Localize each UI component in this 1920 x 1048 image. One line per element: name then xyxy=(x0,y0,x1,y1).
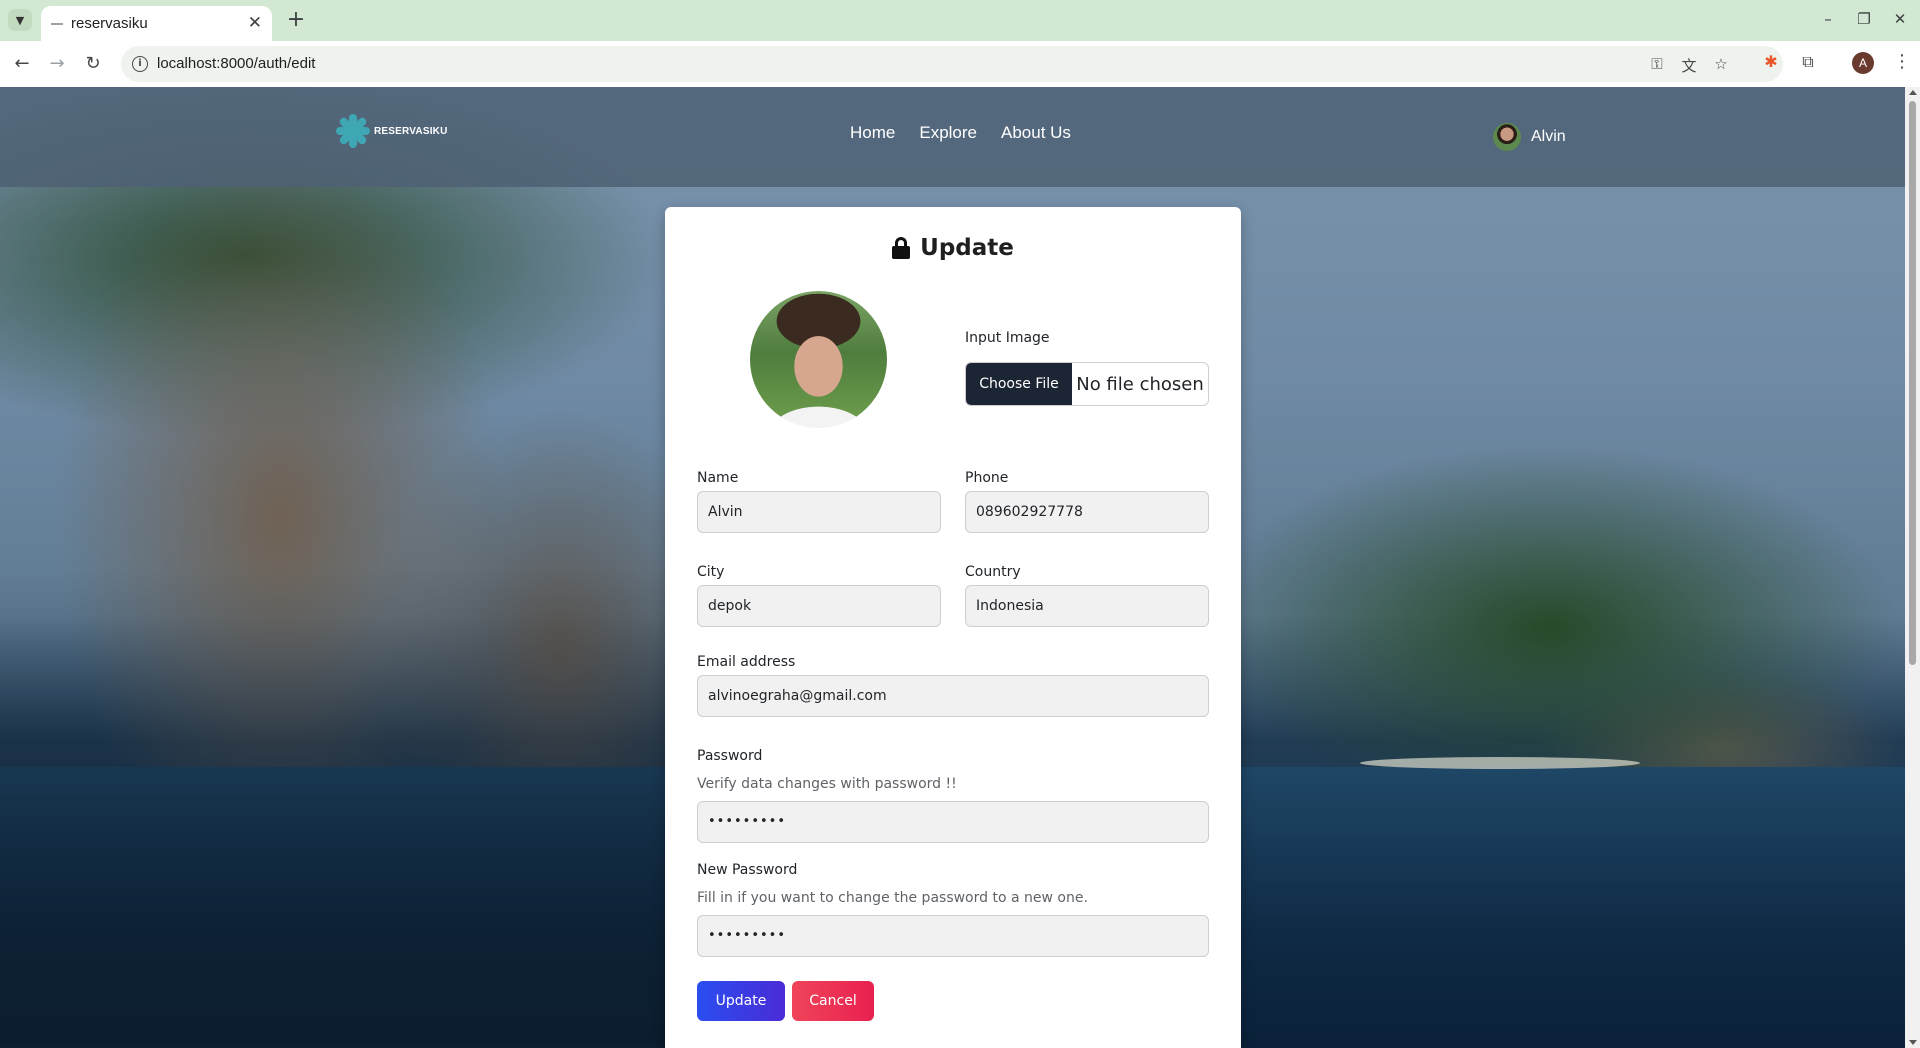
extension-fox-icon[interactable]: ✱ xyxy=(1760,52,1782,74)
tab-search-button[interactable]: ▼ xyxy=(8,9,32,31)
site-navbar: RESERVASIKU Home Explore About Us Alvin xyxy=(0,87,1905,187)
password-label: Password xyxy=(697,748,763,764)
form-title: Update xyxy=(920,235,1014,261)
update-form-card: Update Input Image Choose File No file c… xyxy=(665,207,1241,1048)
scroll-thumb[interactable] xyxy=(1909,101,1916,665)
nav-links: Home Explore About Us xyxy=(850,123,1071,143)
forward-arrow-icon[interactable]: → xyxy=(44,51,70,77)
phone-label: Phone xyxy=(965,470,1009,486)
extensions-puzzle-icon[interactable]: ⧉ xyxy=(1797,52,1819,74)
city-label: City xyxy=(697,564,725,580)
logo-star-icon xyxy=(336,114,370,148)
update-button[interactable]: Update xyxy=(697,981,785,1021)
chevron-down-icon: ▼ xyxy=(15,13,25,27)
password-help: Verify data changes with password !! xyxy=(697,776,957,792)
logo-text: RESERVASIKU xyxy=(374,125,448,137)
new-password-field[interactable]: ••••••••• xyxy=(697,915,1209,957)
bookmark-star-icon[interactable]: ☆ xyxy=(1711,55,1731,75)
url-text[interactable]: localhost:8000/auth/edit xyxy=(157,55,315,72)
password-key-icon[interactable]: ⚿ xyxy=(1647,55,1667,75)
user-name: Alvin xyxy=(1531,128,1566,145)
browser-tab[interactable]: reservasiku ✕ xyxy=(41,6,272,41)
new-tab-button[interactable]: + xyxy=(284,9,308,33)
image-file-input[interactable]: Choose File No file chosen xyxy=(965,362,1209,406)
new-password-help: Fill in if you want to change the passwo… xyxy=(697,890,1088,906)
nav-about-us[interactable]: About Us xyxy=(1001,123,1071,143)
password-field[interactable]: ••••••••• xyxy=(697,801,1209,843)
file-status: No file chosen xyxy=(1076,373,1204,395)
site-logo[interactable]: RESERVASIKU xyxy=(336,114,448,148)
user-avatar xyxy=(1493,123,1521,151)
name-label: Name xyxy=(697,470,739,486)
back-arrow-icon[interactable]: ← xyxy=(9,51,35,77)
browser-menu-icon[interactable]: ⋮ xyxy=(1893,52,1911,74)
reload-icon[interactable]: ↻ xyxy=(80,51,106,77)
browser-profile-avatar[interactable]: A xyxy=(1852,52,1874,74)
page-scrollbar[interactable] xyxy=(1905,87,1920,1048)
country-field[interactable]: Indonesia xyxy=(965,585,1209,627)
background-rock-shade xyxy=(0,567,700,1047)
page-viewport: RESERVASIKU Home Explore About Us Alvin … xyxy=(0,87,1920,1048)
input-image-label: Input Image xyxy=(965,330,1050,346)
cancel-button[interactable]: Cancel xyxy=(792,981,874,1021)
address-bar[interactable]: i localhost:8000/auth/edit ⚿ 文 ☆ xyxy=(121,46,1783,82)
tab-title: reservasiku xyxy=(71,15,148,32)
scroll-up-arrow-icon[interactable] xyxy=(1909,90,1917,95)
tab-favicon-icon xyxy=(51,22,63,25)
window-controls: – ❐ ✕ xyxy=(1820,10,1908,28)
browser-toolbar: ← → ↻ i localhost:8000/auth/edit ⚿ 文 ☆ xyxy=(0,41,1920,87)
background-beach xyxy=(1360,757,1640,769)
browser-tab-strip: ▼ reservasiku ✕ + – ❐ ✕ xyxy=(0,0,1920,41)
restore-icon[interactable]: ❐ xyxy=(1856,10,1872,28)
city-field[interactable]: depok xyxy=(697,585,941,627)
new-password-label: New Password xyxy=(697,862,798,878)
nav-explore[interactable]: Explore xyxy=(919,123,977,143)
close-tab-icon[interactable]: ✕ xyxy=(248,15,262,32)
translate-icon[interactable]: 文 xyxy=(1679,55,1699,75)
scroll-down-arrow-icon[interactable] xyxy=(1909,1040,1917,1045)
close-window-icon[interactable]: ✕ xyxy=(1892,10,1908,28)
profile-photo xyxy=(750,291,887,428)
nav-home[interactable]: Home xyxy=(850,123,895,143)
email-field[interactable]: alvinoegraha@gmail.com xyxy=(697,675,1209,717)
form-heading: Update xyxy=(665,235,1241,261)
user-menu[interactable]: Alvin xyxy=(1493,123,1566,151)
minimize-icon[interactable]: – xyxy=(1820,10,1836,28)
name-field[interactable]: Alvin xyxy=(697,491,941,533)
email-label: Email address xyxy=(697,654,796,670)
site-info-icon[interactable]: i xyxy=(132,56,148,72)
lock-icon xyxy=(892,237,911,259)
phone-field[interactable]: 089602927778 xyxy=(965,491,1209,533)
country-label: Country xyxy=(965,564,1021,580)
choose-file-button[interactable]: Choose File xyxy=(966,363,1072,405)
